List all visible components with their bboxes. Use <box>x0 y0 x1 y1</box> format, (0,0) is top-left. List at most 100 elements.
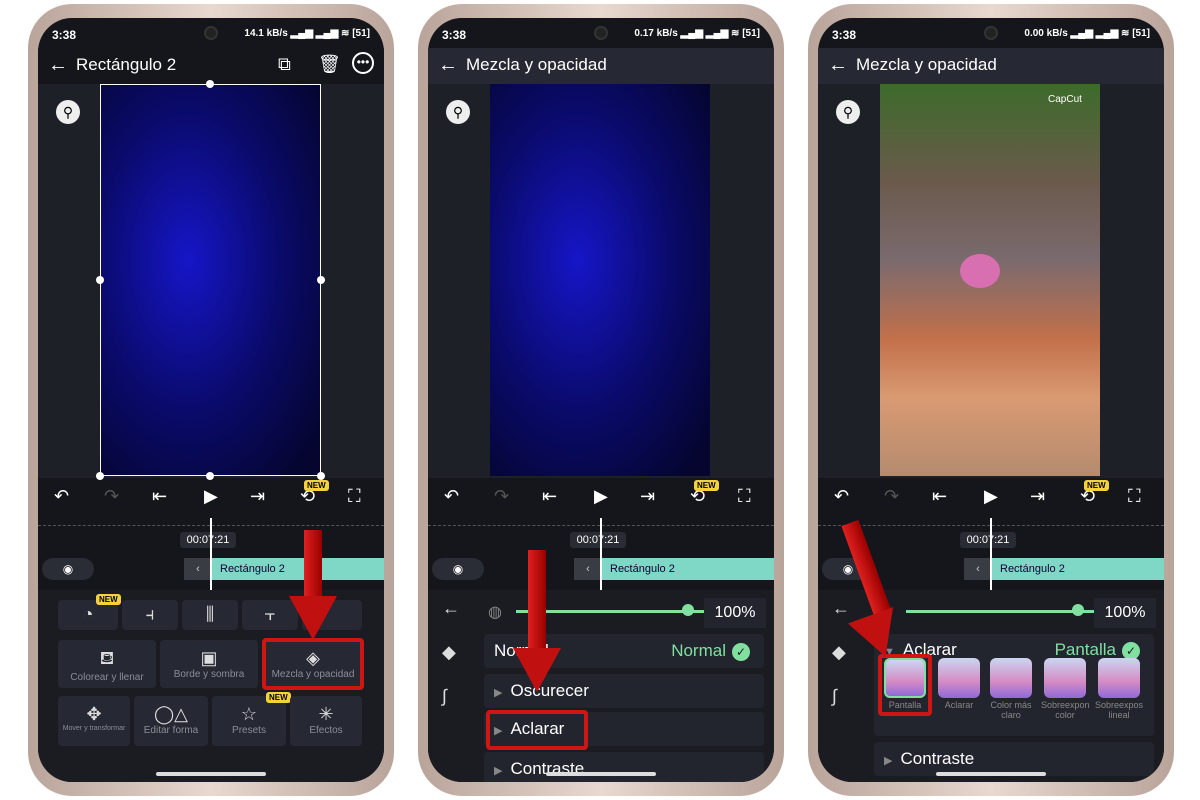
skip-end-icon[interactable]: ⇥ <box>640 486 655 507</box>
playback-controls: ↶ ↷ ⇤ ▶ ⇥ ⟲ NEW ⛶ <box>38 480 384 514</box>
blend-panel: ← ◆ ∫ ◍ 100% Normal Normal ✓ ▶ Oscurecer ▶ A… <box>428 550 774 782</box>
skip-start-icon[interactable]: ⇤ <box>542 486 557 507</box>
clock: 3:38 <box>52 28 77 42</box>
visibility-eye-icon[interactable]: ◉ <box>432 558 484 580</box>
opacity-slider[interactable] <box>906 610 1116 613</box>
fullscreen-icon[interactable]: ⛶ <box>1128 486 1141 507</box>
redo-icon[interactable]: ↷ <box>884 486 899 507</box>
skip-start-icon[interactable]: ⇤ <box>932 486 947 507</box>
playhead[interactable] <box>600 518 602 590</box>
net-speed: 0.00 kB/s <box>1024 28 1068 39</box>
mode-sobreexposicion-lineal-thumb[interactable] <box>1098 658 1140 698</box>
align-left-tool[interactable]: ⫞ <box>122 600 178 630</box>
annotation-arrow-head <box>513 648 561 692</box>
battery: 51 <box>355 28 367 39</box>
keyframe-diamond-icon[interactable]: ◆ <box>832 642 846 663</box>
keyframe-diamond-icon[interactable]: ◆ <box>442 642 456 663</box>
selected-mode: Normal <box>671 641 726 660</box>
camera <box>594 26 608 40</box>
clip-track[interactable]: ‹ Rectángulo 2 <box>184 558 384 580</box>
opacity-slider-knob[interactable] <box>1072 604 1084 616</box>
more-icon[interactable]: ••• <box>352 52 374 74</box>
new-badge: NEW <box>266 692 291 703</box>
timecode: 00:07:21 <box>570 532 626 548</box>
resize-handle[interactable] <box>206 472 214 480</box>
align-center-tool[interactable]: ⫼ <box>182 600 238 630</box>
resize-handle[interactable] <box>96 472 104 480</box>
preview-image <box>490 84 710 476</box>
undo-icon[interactable]: ↶ <box>54 486 69 507</box>
clip-label: Rectángulo 2 <box>610 563 675 575</box>
new-badge: NEW <box>694 480 719 491</box>
star-icon: ☆ <box>240 704 258 724</box>
opacity-slider[interactable] <box>516 610 726 613</box>
zoom-icon[interactable]: ⚲ <box>446 100 470 124</box>
curve-icon[interactable]: ∫ <box>832 686 837 707</box>
playhead[interactable] <box>210 518 212 590</box>
annotation-arrow-head <box>289 596 337 640</box>
phone-1: 3:38 14.1 kB/s ▂▄▆ ▂▄▆ ≋ [51] ← Rectángul… <box>28 4 394 796</box>
zoom-icon[interactable]: ⚲ <box>836 100 860 124</box>
clip-track[interactable]: ‹ Rectángulo 2 <box>574 558 774 580</box>
back-arrow-icon[interactable]: ← <box>48 54 68 77</box>
header: ← Mezcla y opacidad <box>818 48 1164 84</box>
phone-2: 3:38 0.17 kB/s ▂▄▆ ▂▄▆ ≋ [51] ← Mezcla y o… <box>418 4 784 796</box>
battery: 51 <box>1135 28 1147 39</box>
timecode: 00:07:21 <box>180 532 236 548</box>
resize-handle[interactable] <box>317 276 325 284</box>
battery: 51 <box>745 28 757 39</box>
selection-box[interactable] <box>100 84 321 476</box>
mode-aclarar-thumb[interactable] <box>938 658 980 698</box>
delete-icon[interactable]: 🗑 <box>318 54 341 75</box>
redo-icon[interactable]: ↷ <box>494 486 509 507</box>
home-indicator <box>156 772 266 776</box>
play-icon[interactable]: ▶ <box>204 486 218 507</box>
video-preview[interactable]: CapCut ⚲ <box>818 84 1164 478</box>
curve-icon[interactable]: ∫ <box>442 686 447 707</box>
tool-efectos[interactable]: ✳ Efectos <box>290 696 362 746</box>
opacity-slider-knob[interactable] <box>682 604 694 616</box>
back-arrow-icon[interactable]: ← <box>438 54 458 77</box>
tool-borde[interactable]: ▣ Borde y sombra <box>160 640 258 688</box>
group-contraste[interactable]: ▶ Contraste <box>484 752 764 782</box>
sparkle-icon: ✳ <box>318 704 334 724</box>
mode-color-mas-claro-thumb[interactable] <box>990 658 1032 698</box>
back-arrow-icon[interactable]: ← <box>828 54 848 77</box>
skip-end-icon[interactable]: ⇥ <box>1030 486 1045 507</box>
annotation-arrow <box>528 550 546 650</box>
undo-icon[interactable]: ↶ <box>444 486 459 507</box>
copy-layer-icon[interactable]: ⧉ <box>278 54 291 75</box>
tool-colorear[interactable]: ⛾ Colorear y llenar <box>58 640 156 688</box>
resize-handle[interactable] <box>317 472 325 480</box>
clock: 3:38 <box>832 28 857 42</box>
zoom-icon[interactable]: ⚲ <box>56 100 80 124</box>
highlight-box <box>262 638 364 690</box>
clip-track[interactable]: ‹ Rectángulo 2 <box>964 558 1164 580</box>
clip-label: Rectángulo 2 <box>220 563 285 575</box>
group-contraste[interactable]: ▶ Contraste <box>874 742 1154 776</box>
undo-icon[interactable]: ↶ <box>834 486 849 507</box>
tool-presets[interactable]: ☆ Presets <box>212 696 286 746</box>
tool-mover[interactable]: ✥ Mover y transformar <box>58 696 130 746</box>
redo-icon[interactable]: ↷ <box>104 486 119 507</box>
play-icon[interactable]: ▶ <box>984 486 998 507</box>
back-arrow-icon[interactable]: ← <box>832 598 850 619</box>
resize-handle[interactable] <box>206 80 214 88</box>
skip-end-icon[interactable]: ⇥ <box>250 486 265 507</box>
check-icon: ✓ <box>732 643 750 661</box>
new-badge: NEW <box>304 480 329 491</box>
video-preview[interactable]: ⚲ <box>428 84 774 478</box>
tool-editar-forma[interactable]: ◯△ Editar forma <box>134 696 208 746</box>
opacity-value: 100% <box>1094 598 1156 628</box>
back-arrow-icon[interactable]: ← <box>442 598 460 619</box>
playhead[interactable] <box>990 518 992 590</box>
skip-start-icon[interactable]: ⇤ <box>152 486 167 507</box>
fullscreen-icon[interactable]: ⛶ <box>348 486 361 507</box>
visibility-eye-icon[interactable]: ◉ <box>42 558 94 580</box>
mode-sobreexponer-thumb[interactable] <box>1044 658 1086 698</box>
play-icon[interactable]: ▶ <box>594 486 608 507</box>
fullscreen-icon[interactable]: ⛶ <box>738 486 751 507</box>
preview-image <box>880 84 1100 476</box>
resize-handle[interactable] <box>96 276 104 284</box>
video-preview[interactable]: ⚲ <box>38 80 384 480</box>
